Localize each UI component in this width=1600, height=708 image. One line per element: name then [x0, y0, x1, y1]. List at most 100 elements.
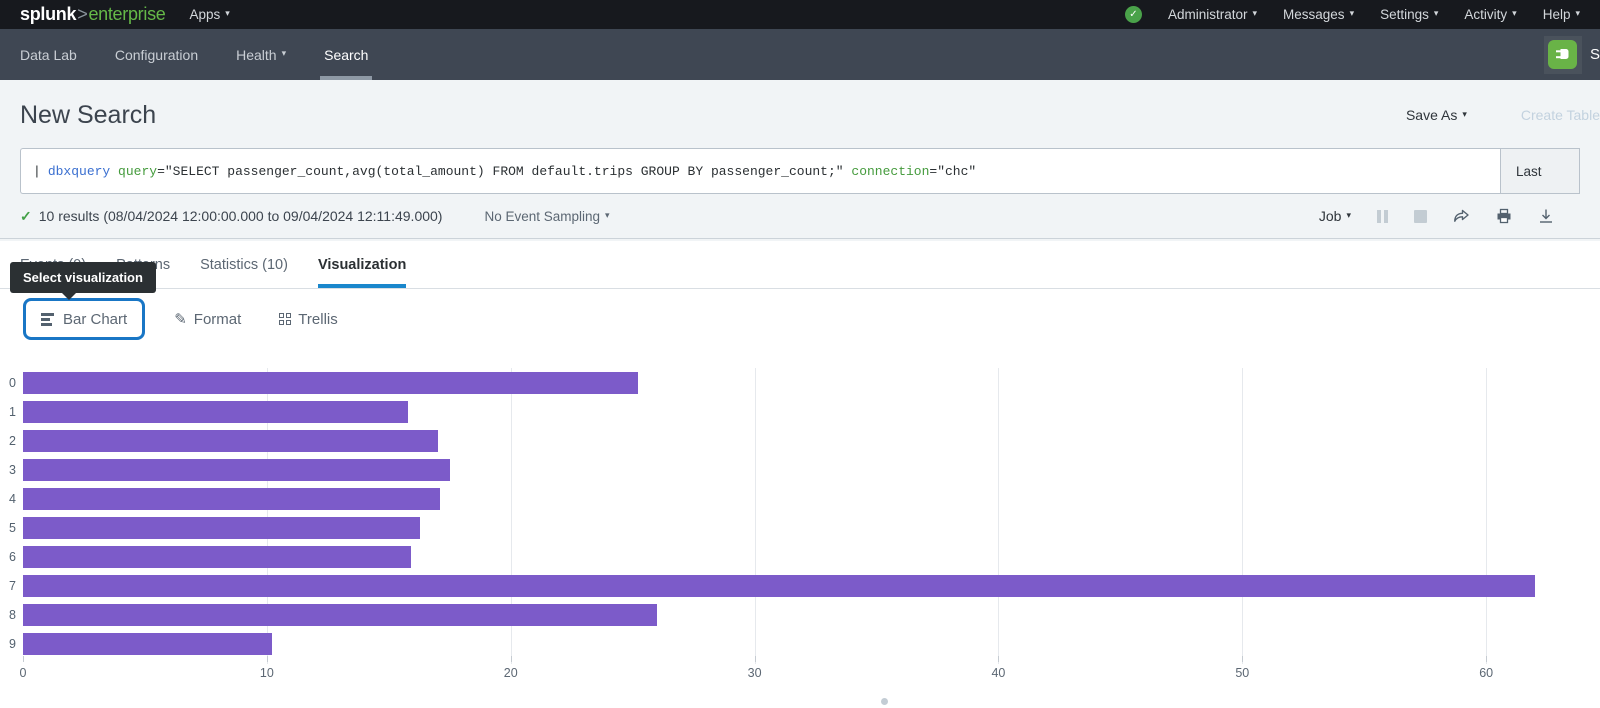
- query-arg1-name: query: [118, 164, 157, 179]
- success-check-icon: ✓: [20, 208, 32, 225]
- apps-menu-label: Apps: [189, 7, 220, 22]
- menu-administrator[interactable]: Administrator▾: [1168, 7, 1257, 22]
- print-icon[interactable]: [1496, 208, 1512, 224]
- chevron-down-icon: ▾: [225, 8, 230, 19]
- format-button[interactable]: ✎ Format: [174, 310, 241, 328]
- x-axis-label: 10: [260, 666, 274, 680]
- share-icon[interactable]: [1453, 208, 1470, 224]
- pencil-icon: ✎: [174, 310, 187, 328]
- logo-separator: >: [76, 4, 88, 25]
- tab-statistics[interactable]: Statistics (10): [200, 241, 288, 288]
- x-axis-tick: [1242, 656, 1243, 662]
- results-summary: 10 results (08/04/2024 12:00:00.000 to 0…: [39, 208, 443, 224]
- gridline: [1486, 368, 1487, 664]
- nav-item-data-lab[interactable]: Data Lab: [20, 29, 77, 80]
- bar-5[interactable]: [23, 517, 420, 539]
- bar-3[interactable]: [23, 459, 450, 481]
- chevron-down-icon: ▾: [1253, 8, 1258, 19]
- scroll-indicator-dot[interactable]: [881, 698, 888, 705]
- y-axis-label: 8: [9, 608, 16, 622]
- page-title: New Search: [20, 101, 156, 130]
- y-axis-label: 9: [9, 637, 16, 651]
- query-arg1-value: ="SELECT passenger_count,avg(total_amoun…: [157, 164, 844, 179]
- x-axis-label: 60: [1479, 666, 1493, 680]
- save-as-button[interactable]: Save As▾: [1406, 107, 1467, 123]
- gridline: [755, 368, 756, 664]
- y-axis-label: 2: [9, 434, 16, 448]
- x-axis-tick: [23, 656, 24, 662]
- y-axis-label: 7: [9, 579, 16, 593]
- x-axis-label: 0: [20, 666, 27, 680]
- chevron-down-icon: ▾: [1575, 8, 1580, 19]
- y-axis-label: 1: [9, 405, 16, 419]
- x-axis-label: 50: [1235, 666, 1249, 680]
- chart-plot: 0102030405060: [23, 372, 1552, 655]
- gridline: [1242, 368, 1243, 664]
- nav-item-health[interactable]: Health▾: [236, 29, 286, 80]
- tab-visualization[interactable]: Visualization: [318, 241, 406, 288]
- x-axis-label: 30: [748, 666, 762, 680]
- visualization-toolbar: Bar Chart ✎ Format Trellis: [23, 298, 1600, 340]
- gridline: [998, 368, 999, 664]
- x-axis-tick: [755, 656, 756, 662]
- event-sampling-menu[interactable]: No Event Sampling▾: [484, 209, 609, 224]
- bar-7[interactable]: [23, 575, 1535, 597]
- menu-messages[interactable]: Messages▾: [1283, 7, 1354, 22]
- splunk-window: splunk>enterprise Apps ▾ ✓ Administrator…: [0, 0, 1600, 708]
- bar-0[interactable]: [23, 372, 638, 394]
- chart-type-picker-button[interactable]: Bar Chart: [23, 298, 145, 340]
- y-axis-label: 3: [9, 463, 16, 477]
- chevron-down-icon: ▾: [282, 48, 287, 59]
- create-table-button[interactable]: Create Table: [1521, 107, 1600, 123]
- query-pipe: |: [33, 164, 41, 179]
- db-connect-app-icon: [1544, 36, 1582, 74]
- bar-2[interactable]: [23, 430, 438, 452]
- chevron-down-icon: ▾: [1462, 109, 1467, 120]
- bar-1[interactable]: [23, 401, 408, 423]
- menu-settings[interactable]: Settings▾: [1380, 7, 1438, 22]
- bar-4[interactable]: [23, 488, 440, 510]
- current-app[interactable]: S: [1544, 29, 1580, 80]
- results-tabs: Events (0) Patterns Statistics (10) Visu…: [0, 241, 1600, 289]
- nav-item-configuration[interactable]: Configuration: [115, 29, 198, 80]
- query-arg2-name: connection: [851, 164, 929, 179]
- bar-9[interactable]: [23, 633, 272, 655]
- y-axis-label: 4: [9, 492, 16, 506]
- pause-icon[interactable]: [1377, 210, 1388, 223]
- menu-help[interactable]: Help▾: [1543, 7, 1580, 22]
- bar-8[interactable]: [23, 604, 657, 626]
- search-bar: | dbxquery query="SELECT passenger_count…: [20, 148, 1580, 194]
- topbar-right-menus: ✓ Administrator▾ Messages▾ Settings▾ Act…: [1125, 6, 1580, 23]
- top-bar: splunk>enterprise Apps ▾ ✓ Administrator…: [0, 0, 1600, 29]
- stop-icon[interactable]: [1414, 210, 1427, 223]
- apps-menu[interactable]: Apps ▾: [189, 7, 229, 22]
- app-nav-bar: Data Lab Configuration Health▾ Search S: [0, 29, 1600, 80]
- health-status-icon[interactable]: ✓: [1125, 6, 1142, 23]
- logo-brand: splunk: [20, 4, 76, 25]
- export-download-icon[interactable]: [1538, 208, 1554, 224]
- plug-icon: [1548, 40, 1577, 69]
- job-menu[interactable]: Job▾: [1319, 208, 1351, 224]
- nav-item-search[interactable]: Search: [324, 29, 368, 80]
- app-name: S: [1590, 46, 1600, 63]
- search-query-input[interactable]: | dbxquery query="SELECT passenger_count…: [20, 148, 1500, 194]
- y-axis-label: 5: [9, 521, 16, 535]
- chevron-down-icon: ▾: [1350, 8, 1355, 19]
- x-axis-tick: [1486, 656, 1487, 662]
- chart-type-label: Bar Chart: [63, 311, 127, 328]
- select-visualization-tooltip: Select visualization: [10, 262, 156, 293]
- chart-ylabels: 0123456789: [0, 372, 16, 662]
- bar-6[interactable]: [23, 546, 411, 568]
- menu-activity[interactable]: Activity▾: [1464, 7, 1516, 22]
- trellis-button[interactable]: Trellis: [279, 311, 337, 328]
- x-axis-label: 40: [991, 666, 1005, 680]
- chevron-down-icon: ▾: [1512, 8, 1517, 19]
- x-axis-tick: [511, 656, 512, 662]
- bar-chart-icon: [41, 313, 54, 326]
- search-header: New Search Save As▾ Create Table | dbxqu…: [0, 80, 1600, 241]
- chevron-down-icon: ▾: [605, 210, 610, 221]
- bar-chart: 0123456789 0102030405060: [0, 372, 1600, 692]
- time-range-picker[interactable]: Last: [1500, 148, 1580, 194]
- y-axis-label: 0: [9, 376, 16, 390]
- x-axis-label: 20: [504, 666, 518, 680]
